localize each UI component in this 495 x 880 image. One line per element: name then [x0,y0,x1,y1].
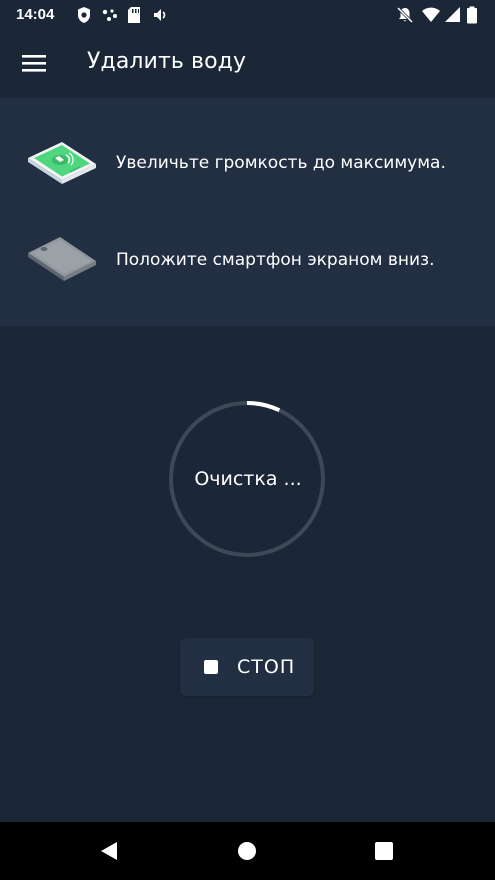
hamburger-menu-icon [22,55,46,72]
sd-card-icon [127,6,145,24]
wifi-icon [421,6,440,24]
notifications-off-icon [396,6,414,24]
status-bar: 14:04 [0,0,495,32]
back-button[interactable] [94,836,124,866]
home-icon [238,842,256,860]
instruction-item: Увеличьте громкость до максимума. [0,134,495,194]
phone-volume-illustration [22,134,102,194]
back-icon [101,842,117,860]
progress-label: Очистка ... [194,468,302,490]
stop-icon [204,660,218,674]
recents-button[interactable] [369,836,399,866]
menu-button[interactable] [10,40,58,88]
recents-icon [375,842,393,860]
battery-icon [466,6,484,24]
instruction-text: Положите смартфон экраном вниз. [116,250,435,270]
home-button[interactable] [232,836,262,866]
status-time: 14:04 [16,6,55,23]
volume-icon [152,6,170,24]
page-title: Удалить воду [87,49,247,74]
system-nav-bar [0,822,495,880]
phone-face-down-illustration [22,231,102,291]
signal-icon [444,6,462,24]
instruction-text: Увеличьте громкость до максимума. [116,153,446,173]
app-bar: Удалить воду [0,32,495,96]
stop-button-label: СТОП [237,656,296,678]
stop-button[interactable]: СТОП [180,638,314,696]
instruction-item: Положите смартфон экраном вниз. [0,231,495,291]
instructions-panel: Увеличьте громкость до максимума. Положи… [0,98,495,326]
progress-indicator: Очистка ... [168,400,328,560]
assistant-dots-icon [101,6,119,24]
shield-icon [76,6,94,24]
